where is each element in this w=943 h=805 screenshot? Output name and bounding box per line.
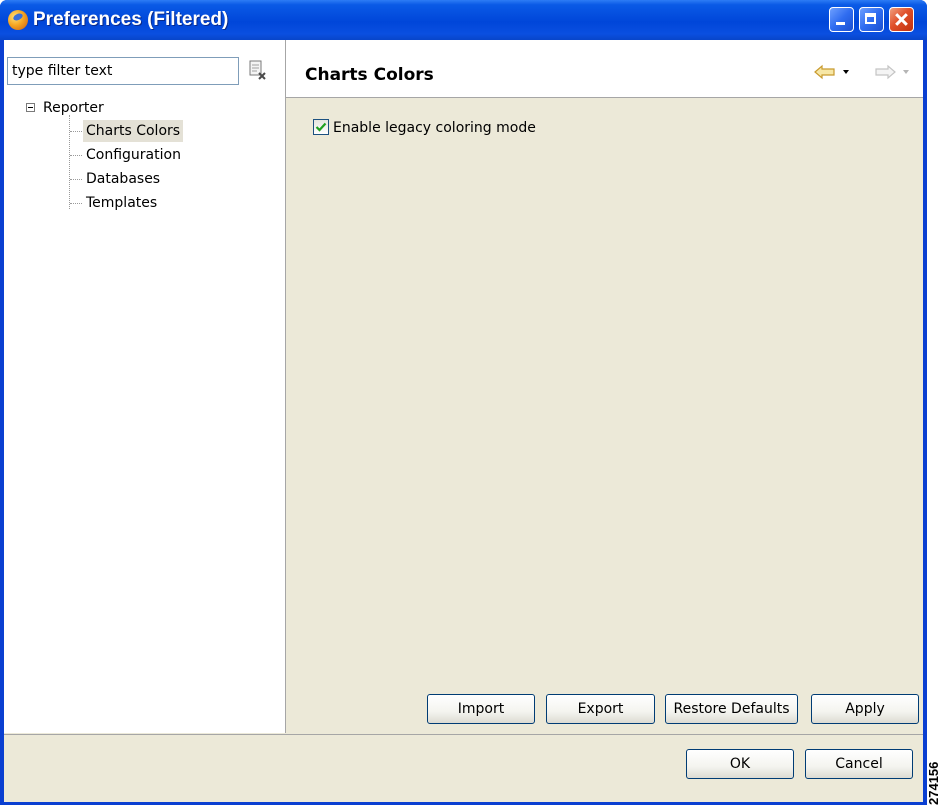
import-button[interactable]: Import — [427, 694, 535, 724]
restore-defaults-button[interactable]: Restore Defaults — [665, 694, 798, 724]
filter-input[interactable] — [7, 57, 239, 85]
back-arrow-icon[interactable] — [814, 64, 836, 80]
dialog-footer: OK Cancel — [4, 734, 923, 802]
preferences-window: Preferences (Filtered) Reporter — [0, 0, 927, 805]
forward-history-dropdown-icon[interactable] — [903, 70, 909, 74]
tree-branch-line — [70, 203, 82, 204]
app-icon — [8, 10, 28, 30]
back-history-dropdown-icon[interactable] — [843, 70, 849, 74]
tree-branch-line — [70, 131, 82, 132]
minimize-button[interactable] — [829, 7, 854, 32]
apply-button[interactable]: Apply — [811, 694, 919, 724]
tree-item-databases[interactable]: Databases — [83, 168, 163, 190]
tree-item-reporter[interactable]: Reporter — [40, 97, 107, 119]
forward-arrow-icon[interactable] — [874, 64, 896, 80]
figure-id-label: 274156 — [926, 761, 941, 805]
cancel-button[interactable]: Cancel — [805, 749, 913, 779]
tree-item-configuration[interactable]: Configuration — [83, 144, 184, 166]
title-bar[interactable]: Preferences (Filtered) — [0, 0, 927, 40]
window-title: Preferences (Filtered) — [33, 9, 229, 30]
legacy-coloring-label[interactable]: Enable legacy coloring mode — [333, 118, 536, 138]
check-mark-icon — [315, 122, 327, 132]
tree-guide-line — [69, 115, 70, 209]
tree-branch-line — [70, 155, 82, 156]
clear-filter-icon[interactable] — [249, 60, 267, 80]
page-title: Charts Colors — [305, 65, 434, 85]
preference-page: Charts Colors Enable legacy coloring mod… — [286, 40, 923, 733]
tree-branch-line — [70, 179, 82, 180]
navigation-pane: Reporter Charts Colors Configuration Dat… — [4, 40, 286, 733]
tree-item-templates[interactable]: Templates — [83, 192, 160, 214]
page-header: Charts Colors — [286, 40, 923, 98]
maximize-button[interactable] — [859, 7, 884, 32]
ok-button[interactable]: OK — [686, 749, 794, 779]
collapse-icon[interactable] — [26, 103, 35, 112]
export-button[interactable]: Export — [546, 694, 655, 724]
dialog-client-area: Reporter Charts Colors Configuration Dat… — [4, 40, 923, 802]
legacy-coloring-checkbox[interactable] — [313, 119, 329, 135]
close-button[interactable] — [889, 7, 914, 32]
tree-item-charts-colors[interactable]: Charts Colors — [83, 120, 184, 142]
